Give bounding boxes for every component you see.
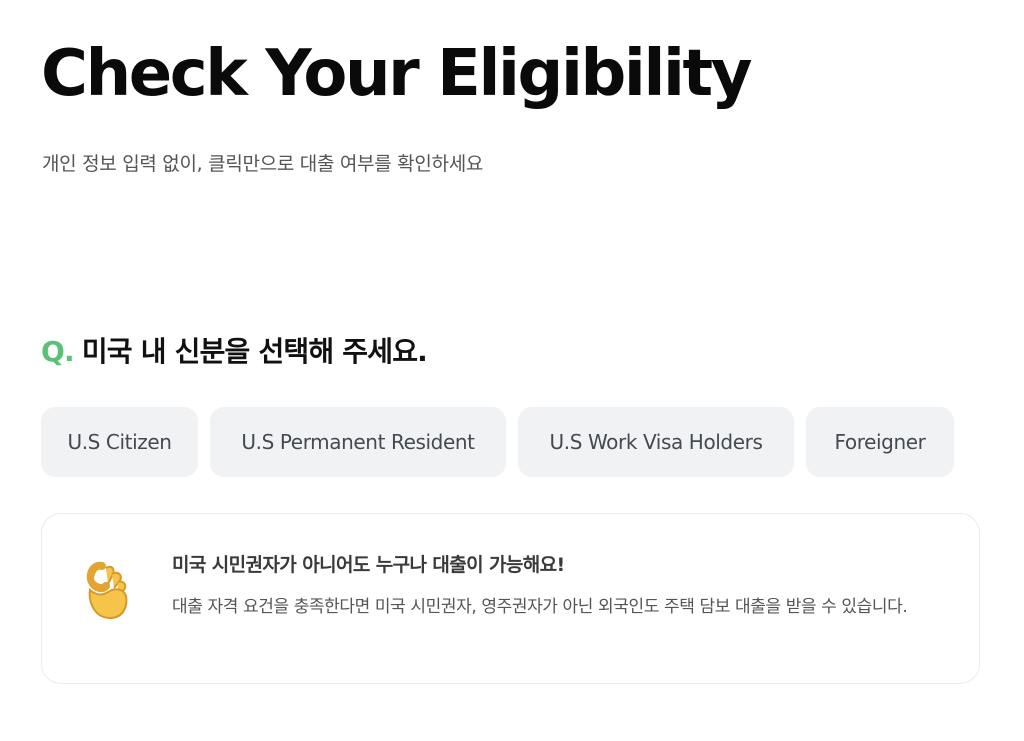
question-text: 미국 내 신분을 선택해 주세요.	[81, 335, 428, 368]
info-card-body: 대출 자격 요건을 충족한다면 미국 시민권자, 영주권자가 아닌 외국인도 주…	[172, 597, 908, 617]
eligibility-page: Check Your Eligibility 개인 정보 입력 없이, 클릭만으…	[0, 0, 1024, 741]
info-card: 미국 시민권자가 아니어도 누구나 대출이 가능해요! 대출 자격 요건을 충족…	[41, 513, 980, 684]
page-subtitle: 개인 정보 입력 없이, 클릭만으로 대출 여부를 확인하세요	[42, 153, 484, 175]
ok-hand-emoji-icon	[82, 560, 134, 624]
status-options: U.S Citizen U.S Permanent Resident U.S W…	[41, 407, 954, 477]
question-heading: Q. 미국 내 신분을 선택해 주세요.	[41, 334, 428, 370]
question-prefix: Q.	[41, 335, 75, 368]
option-us-citizen[interactable]: U.S Citizen	[41, 407, 198, 477]
info-card-title: 미국 시민권자가 아니어도 누구나 대출이 가능해요!	[172, 554, 565, 576]
option-us-work-visa-holders[interactable]: U.S Work Visa Holders	[518, 407, 794, 477]
option-foreigner[interactable]: Foreigner	[806, 407, 954, 477]
page-title: Check Your Eligibility	[41, 37, 752, 111]
option-us-permanent-resident[interactable]: U.S Permanent Resident	[210, 407, 506, 477]
